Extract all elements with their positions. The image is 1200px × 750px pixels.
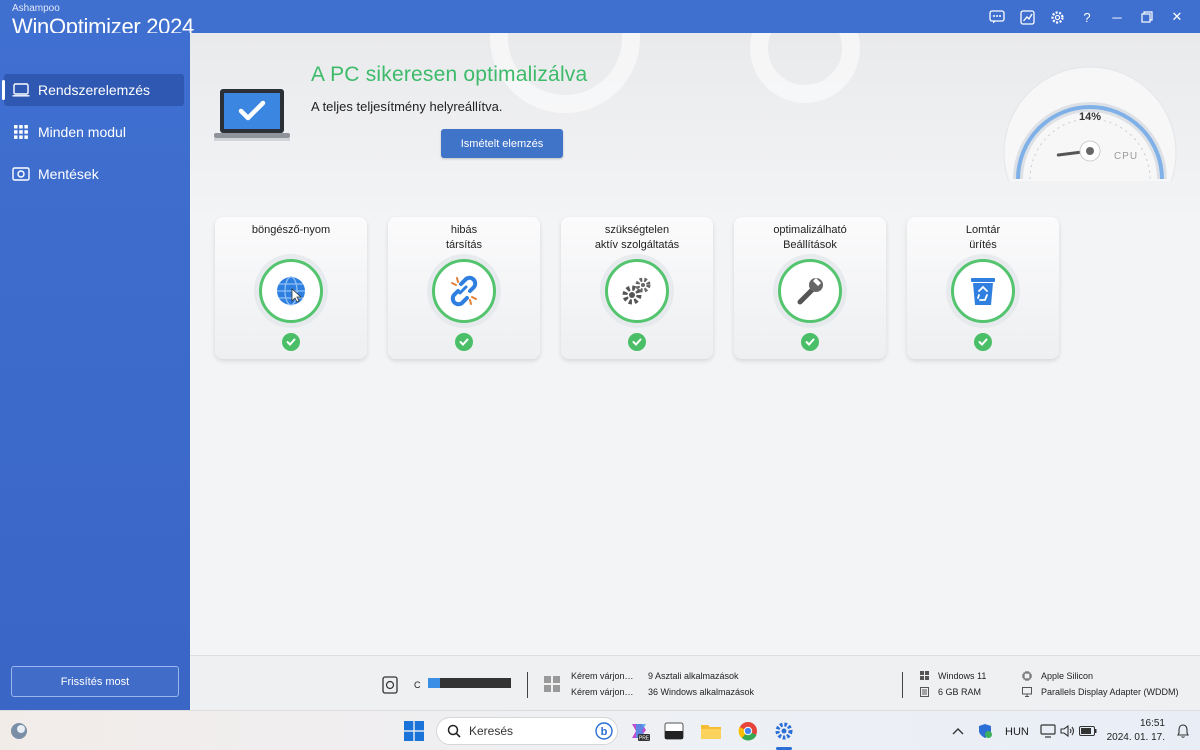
feedback-icon[interactable] [982, 6, 1012, 28]
rescan-button[interactable]: Ismételt elemzés [441, 129, 563, 158]
volume-icon[interactable] [1057, 720, 1079, 742]
taskbar-search-input[interactable]: Keresés b [436, 717, 618, 745]
wait-text-2: Kérem várjon… [571, 687, 634, 697]
broken-link-icon [432, 259, 496, 323]
copilot-icon[interactable]: PRE [628, 720, 650, 742]
check-icon [801, 333, 819, 351]
svg-text:b: b [601, 726, 608, 738]
tray-chevron-icon[interactable] [947, 720, 969, 742]
start-icon[interactable] [403, 720, 425, 742]
sidebar-item-mentesek[interactable]: Mentések [4, 158, 184, 190]
sidebar-item-label: Mentések [38, 166, 99, 182]
windows-taskbar: Keresés b PRE HUN 16:51 2024. 01. 17. [0, 710, 1200, 750]
os-info: Windows 11 [938, 671, 987, 681]
sidebar-item-rendszerelemzes[interactable]: Rendszerelemzés [2, 74, 184, 106]
display-adapter-icon [1022, 687, 1032, 699]
card-optimizable-settings[interactable]: optimalizálható Beállítások [734, 217, 886, 359]
globe-icon [259, 259, 323, 323]
defender-icon[interactable] [974, 720, 996, 742]
notification-bell-icon[interactable] [1172, 720, 1194, 742]
brand-small: Ashampoo [12, 3, 60, 14]
svg-text:PRE: PRE [639, 736, 650, 742]
search-icon [447, 724, 461, 738]
divider [527, 672, 528, 698]
hero-title: A PC sikeresen optimalizálva [311, 63, 588, 86]
clock-date: 2024. 01. 17. [1106, 732, 1165, 743]
check-icon [455, 333, 473, 351]
gauge-label: CPU [1114, 151, 1138, 162]
apps-icon [544, 676, 560, 694]
chrome-icon[interactable] [737, 720, 759, 742]
card-label: böngésző-nyom [251, 224, 331, 236]
card-unneeded-services[interactable]: szükségtelen aktív szolgáltatás [561, 217, 713, 359]
recycle-bin-icon [951, 259, 1015, 323]
taskbar-clock[interactable]: 16:51 2024. 01. 17. [1103, 717, 1165, 745]
wrench-icon [778, 259, 842, 323]
terminal-icon[interactable] [663, 720, 685, 742]
battery-icon[interactable] [1077, 720, 1099, 742]
main-panel: A PC sikeresen optimalizálva A teljes te… [190, 33, 1200, 655]
backup-icon [4, 167, 38, 181]
monitor-icon [4, 83, 38, 97]
cpu-chip-icon [1022, 671, 1032, 683]
divider [902, 672, 903, 698]
windows-icon [920, 671, 929, 682]
ram-icon [920, 687, 929, 699]
check-icon [282, 333, 300, 351]
card-label: optimalizálható Beállítások [773, 224, 847, 251]
sidebar-item-minden-modul[interactable]: Minden modul [4, 116, 184, 148]
drive-usage-fill [428, 678, 441, 688]
winoptimizer-taskbar-icon[interactable] [773, 720, 795, 742]
cpu-info: Apple Silicon [1041, 671, 1094, 681]
settings-icon[interactable] [1042, 6, 1072, 28]
card-label: szükségtelen aktív szolgáltatás [594, 224, 680, 251]
gpu-info: Parallels Display Adapter (WDDM) [1041, 687, 1179, 697]
title-bar: Ashampoo WinOptimizer 2024 ? ─ ✕ [0, 0, 1200, 39]
close-icon[interactable]: ✕ [1162, 6, 1192, 28]
check-icon [974, 333, 992, 351]
card-empty-recycle-bin[interactable]: Lomtár ürítés [907, 217, 1059, 359]
update-now-button[interactable]: Frissítés most [11, 666, 179, 697]
ram-info: 6 GB RAM [938, 687, 982, 697]
network-icon[interactable] [1037, 720, 1059, 742]
sidebar: Rendszerelemzés Minden modul Mentések Fr… [0, 33, 190, 710]
language-indicator[interactable]: HUN [1005, 726, 1029, 738]
windows-apps-count: 36 Windows alkalmazások [648, 687, 755, 697]
card-label: Lomtár ürítés [965, 224, 1001, 251]
disk-icon [382, 676, 398, 696]
drive-letter: C [414, 680, 421, 690]
widgets-icon[interactable] [8, 720, 30, 742]
minimize-icon[interactable]: ─ [1102, 6, 1132, 28]
file-explorer-icon[interactable] [700, 720, 722, 742]
status-bar: C Kérem várjon… Kérem várjon… 9 Asztali … [190, 655, 1200, 710]
cpu-gauge: 14% CPU [1000, 61, 1180, 240]
grid-icon [4, 125, 38, 139]
card-label: hibás társítás [445, 224, 483, 251]
gears-icon [605, 259, 669, 323]
laptop-check-icon [214, 87, 290, 148]
wait-text-1: Kérem várjon… [571, 671, 634, 681]
card-broken-associations[interactable]: hibás társítás [388, 217, 540, 359]
search-placeholder: Keresés [469, 724, 514, 738]
restore-icon[interactable] [1132, 6, 1162, 28]
clock-time: 16:51 [1139, 718, 1165, 729]
drive-usage-bar [428, 678, 511, 688]
hero-subtitle: A teljes teljesítmény helyreállítva. [311, 99, 503, 114]
chart-icon[interactable] [1012, 6, 1042, 28]
sidebar-item-label: Rendszerelemzés [38, 82, 151, 98]
gauge-value: 14% [1079, 111, 1101, 123]
desktop-apps-count: 9 Asztali alkalmazások [648, 671, 739, 681]
sidebar-item-label: Minden modul [38, 124, 126, 140]
check-icon [628, 333, 646, 351]
card-browser-traces[interactable]: böngésző-nyom [215, 217, 367, 359]
help-icon[interactable]: ? [1072, 6, 1102, 28]
bing-icon: b [595, 722, 613, 740]
cpu-gauge-svg: 14% CPU [1003, 66, 1177, 240]
